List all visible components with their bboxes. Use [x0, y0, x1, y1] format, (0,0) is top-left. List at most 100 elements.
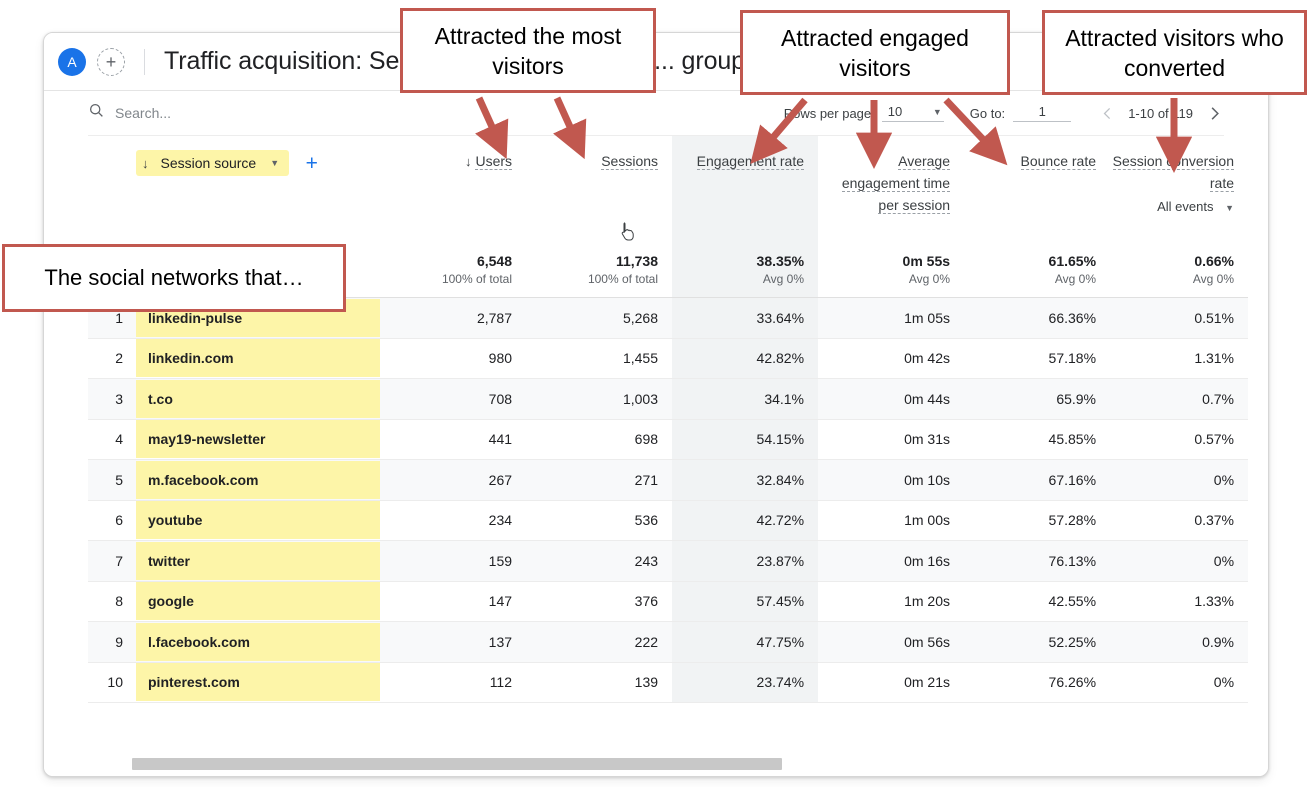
callout-converted-visitors: Attracted visitors who converted	[1042, 10, 1307, 95]
table-scroll-area: ↓ Session source ▼ + ↓Users Sessions	[88, 136, 1224, 703]
search-box[interactable]	[88, 102, 315, 124]
totals-avg-engagement-time: 0m 55s Avg 0%	[818, 244, 964, 298]
row-source[interactable]: youtube	[136, 500, 380, 541]
totals-engagement-rate-value: 38.35%	[672, 253, 804, 269]
row-avg-engagement-time: 0m 56s	[818, 622, 964, 663]
column-header-sessions[interactable]: Sessions	[526, 136, 672, 244]
table-row[interactable]: 3t.co7081,00334.1%0m 44s65.9%0.7%	[88, 379, 1248, 420]
row-users: 441	[380, 419, 526, 460]
row-bounce-rate: 57.18%	[964, 338, 1110, 379]
totals-session-conversion-rate: 0.66% Avg 0%	[1110, 244, 1248, 298]
rows-per-page-label: Rows per page:	[784, 106, 875, 121]
row-source[interactable]: may19-newsletter	[136, 419, 380, 460]
callout-engaged-visitors: Attracted engaged visitors	[740, 10, 1010, 95]
row-engagement-rate: 42.72%	[672, 500, 818, 541]
conversion-event-select[interactable]: All events ▼	[1110, 199, 1234, 214]
callout-most-visitors: Attracted the most visitors	[400, 8, 656, 93]
column-header-label: Engagement rate	[697, 153, 804, 170]
row-source[interactable]: pinterest.com	[136, 662, 380, 703]
rows-per-page-select[interactable]: 10 ▼	[882, 104, 944, 122]
row-sessions: 271	[526, 460, 672, 501]
row-engagement-rate: 23.74%	[672, 662, 818, 703]
table-row[interactable]: 6youtube23453642.72%1m 00s57.28%0.37%	[88, 500, 1248, 541]
add-icon[interactable]: +	[97, 48, 125, 76]
next-page-button[interactable]	[1205, 104, 1224, 123]
row-engagement-rate: 23.87%	[672, 541, 818, 582]
table-row[interactable]: 10pinterest.com11213923.74%0m 21s76.26%0…	[88, 662, 1248, 703]
row-session-conversion-rate: 1.33%	[1110, 581, 1248, 622]
dimension-label: Session source	[161, 155, 257, 171]
row-avg-engagement-time: 0m 42s	[818, 338, 964, 379]
row-engagement-rate: 57.45%	[672, 581, 818, 622]
row-users: 159	[380, 541, 526, 582]
chevron-down-icon: ▼	[270, 158, 279, 168]
column-header-label: Bounce rate	[1021, 153, 1097, 170]
row-source[interactable]: l.facebook.com	[136, 622, 380, 663]
row-source[interactable]: google	[136, 581, 380, 622]
row-sessions: 222	[526, 622, 672, 663]
column-header-engagement-rate[interactable]: Engagement rate	[672, 136, 818, 244]
row-bounce-rate: 66.36%	[964, 298, 1110, 339]
row-source[interactable]: t.co	[136, 379, 380, 420]
table-row[interactable]: 4may19-newsletter44169854.15%0m 31s45.85…	[88, 419, 1248, 460]
add-dimension-icon[interactable]: +	[306, 152, 318, 175]
table-row[interactable]: 8google14737657.45%1m 20s42.55%1.33%	[88, 581, 1248, 622]
search-input[interactable]	[115, 105, 315, 121]
column-header-label: Sessions	[601, 153, 658, 170]
row-avg-engagement-time: 0m 31s	[818, 419, 964, 460]
table-row[interactable]: 5m.facebook.com26727132.84%0m 10s67.16%0…	[88, 460, 1248, 501]
row-engagement-rate: 42.82%	[672, 338, 818, 379]
row-session-conversion-rate: 0%	[1110, 541, 1248, 582]
table-row[interactable]: 7twitter15924323.87%0m 16s76.13%0%	[88, 541, 1248, 582]
totals-sessions-value: 11,738	[526, 253, 658, 269]
totals-bounce-rate-value: 61.65%	[964, 253, 1096, 269]
row-session-conversion-rate: 0.9%	[1110, 622, 1248, 663]
column-header-label: Users	[475, 153, 512, 170]
column-header-users[interactable]: ↓Users	[380, 136, 526, 244]
row-source-label: t.co	[136, 380, 380, 418]
column-header-session-conversion-rate[interactable]: Session conversion rate All events ▼	[1110, 136, 1248, 244]
row-source-label: youtube	[136, 501, 380, 539]
scrollbar-thumb[interactable]	[132, 758, 782, 770]
row-index: 2	[88, 338, 136, 379]
row-source[interactable]: twitter	[136, 541, 380, 582]
row-index: 7	[88, 541, 136, 582]
totals-avg-engagement-time-sub: Avg 0%	[818, 272, 950, 286]
row-index: 10	[88, 662, 136, 703]
index-header	[88, 136, 136, 244]
totals-bounce-rate: 61.65% Avg 0%	[964, 244, 1110, 298]
conversion-event-value: All events	[1157, 199, 1213, 214]
row-source-label: google	[136, 582, 380, 620]
row-source[interactable]: m.facebook.com	[136, 460, 380, 501]
row-users: 980	[380, 338, 526, 379]
row-session-conversion-rate: 0.7%	[1110, 379, 1248, 420]
totals-users: 6,548 100% of total	[380, 244, 526, 298]
row-source[interactable]: linkedin.com	[136, 338, 380, 379]
table-row[interactable]: 9l.facebook.com13722247.75%0m 56s52.25%0…	[88, 622, 1248, 663]
row-sessions: 1,455	[526, 338, 672, 379]
totals-sessions: 11,738 100% of total	[526, 244, 672, 298]
arrow-down-icon: ↓	[142, 156, 149, 171]
row-source-label: l.facebook.com	[136, 623, 380, 661]
dimension-chip[interactable]: ↓ Session source ▼	[136, 150, 289, 176]
table-row[interactable]: 2linkedin.com9801,45542.82%0m 42s57.18%1…	[88, 338, 1248, 379]
totals-avg-engagement-time-value: 0m 55s	[818, 253, 950, 269]
rows-per-page-value: 10	[888, 104, 902, 119]
row-sessions: 1,003	[526, 379, 672, 420]
avatar[interactable]: A	[58, 48, 86, 76]
prev-page-button[interactable]	[1099, 105, 1116, 122]
row-bounce-rate: 42.55%	[964, 581, 1110, 622]
column-header-avg-engagement-time[interactable]: Average engagement time per session	[818, 136, 964, 244]
row-session-conversion-rate: 0.37%	[1110, 500, 1248, 541]
table-toolbar: Rows per page: 10 ▼ Go to: 1 1-10 of 119	[88, 91, 1224, 136]
row-avg-engagement-time: 0m 44s	[818, 379, 964, 420]
horizontal-scrollbar[interactable]	[132, 758, 1269, 770]
row-users: 2,787	[380, 298, 526, 339]
row-avg-engagement-time: 0m 21s	[818, 662, 964, 703]
totals-users-sub: 100% of total	[380, 272, 512, 286]
goto-input[interactable]: 1	[1013, 104, 1071, 122]
pagination-range: 1-10 of 119	[1128, 106, 1193, 121]
row-users: 708	[380, 379, 526, 420]
column-header-bounce-rate[interactable]: Bounce rate	[964, 136, 1110, 244]
table-head: ↓ Session source ▼ + ↓Users Sessions	[88, 136, 1248, 244]
